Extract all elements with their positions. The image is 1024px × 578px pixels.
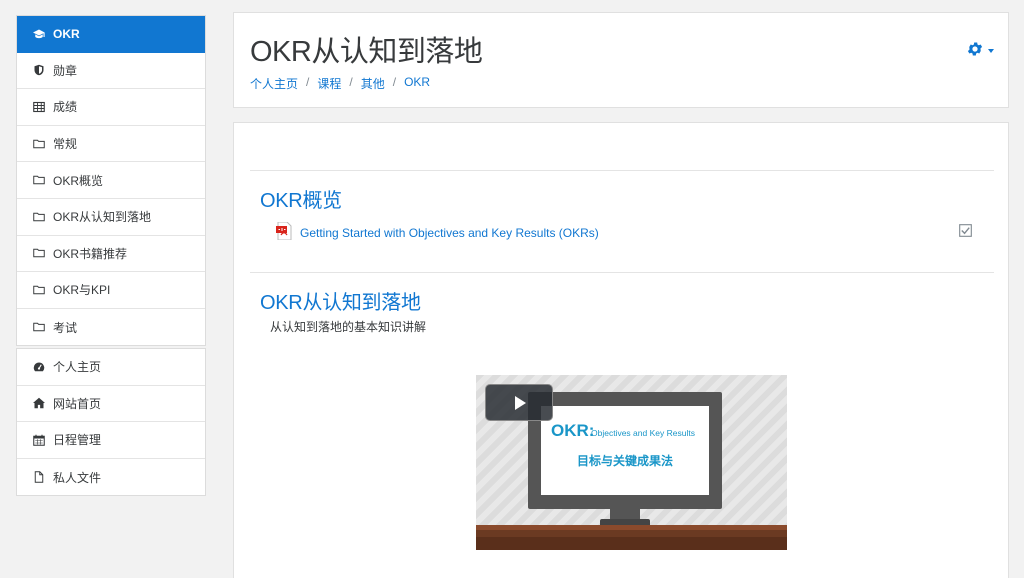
nav-item-label: 考试	[53, 320, 78, 335]
calendar-icon	[33, 434, 45, 446]
site-nav: 个人主页 网站首页 日程管理 私人文件	[16, 348, 206, 497]
breadcrumb-separator: /	[306, 75, 310, 89]
folder-icon	[33, 174, 45, 186]
video-player[interactable]: OKR: Objectives and Key Results 目标与关键成果法	[476, 375, 787, 550]
section-divider	[250, 170, 994, 171]
table-icon	[33, 101, 45, 113]
breadcrumb-courses[interactable]: 课程	[317, 75, 341, 92]
folder-icon	[33, 321, 45, 333]
breadcrumb-okr[interactable]: OKR	[404, 75, 430, 92]
desk	[476, 525, 787, 550]
nav-item-badges[interactable]: 勋章	[17, 53, 205, 90]
dashboard-icon	[33, 361, 45, 373]
nav-item-okr-cognition[interactable]: OKR从认知到落地	[17, 199, 205, 236]
folder-icon	[33, 284, 45, 296]
nav-item-label: 勋章	[53, 63, 78, 78]
nav-item-label: 个人主页	[53, 360, 102, 375]
activity-pdf-resource[interactable]: Getting Started with Objectives and Key …	[276, 221, 599, 243]
breadcrumb-other[interactable]: 其他	[361, 75, 385, 92]
nav-item-general[interactable]: 常规	[17, 126, 205, 163]
nav-item-label: 常规	[53, 137, 78, 152]
video-thumbnail-monitor: OKR: Objectives and Key Results 目标与关键成果法	[528, 392, 722, 509]
section-title-okr-overview[interactable]: OKR概览	[260, 184, 342, 213]
okr-subheading: Objectives and Key Results	[591, 428, 695, 438]
breadcrumb: 个人主页 / 课程 / 其他 / OKR	[250, 75, 430, 92]
course-nav: OKR 勋章 成绩 常规 OKR概览 OKR从认知到落地 OKR书籍推荐 OKR…	[16, 15, 206, 347]
sidebar: OKR 勋章 成绩 常规 OKR概览 OKR从认知到落地 OKR书籍推荐 OKR…	[0, 0, 222, 578]
breadcrumb-separator: /	[349, 75, 353, 89]
graduation-cap-icon	[33, 28, 45, 40]
folder-icon	[33, 247, 45, 259]
nav-item-label: 日程管理	[53, 433, 102, 448]
video-thumbnail-screen: OKR: Objectives and Key Results 目标与关键成果法	[541, 406, 709, 495]
nav-item-grades[interactable]: 成绩	[17, 89, 205, 126]
page-header: OKR从认知到落地 个人主页 / 课程 / 其他 / OKR	[233, 12, 1009, 108]
folder-icon	[33, 211, 45, 223]
page-title: OKR从认知到落地	[250, 36, 483, 68]
section-divider	[250, 272, 994, 273]
settings-menu-button[interactable]	[966, 40, 994, 61]
nav-item-label: OKR概览	[53, 173, 104, 188]
nav-item-okr[interactable]: OKR	[17, 16, 205, 53]
shield-icon	[33, 64, 45, 76]
play-button[interactable]	[485, 384, 553, 421]
nav-item-calendar[interactable]: 日程管理	[17, 422, 205, 459]
nav-item-label: OKR与KPI	[53, 283, 111, 298]
section-summary: 从认知到落地的基本知识讲解	[270, 320, 427, 334]
home-icon	[33, 397, 45, 409]
gear-icon	[966, 40, 984, 61]
nav-item-site-home[interactable]: 网站首页	[17, 386, 205, 423]
nav-item-dashboard[interactable]: 个人主页	[17, 349, 205, 386]
nav-item-label: OKR书籍推荐	[53, 246, 128, 261]
nav-item-exam[interactable]: 考试	[17, 309, 205, 346]
folder-icon	[33, 138, 45, 150]
file-icon	[33, 471, 45, 483]
nav-item-label: OKR从认知到落地	[53, 210, 152, 225]
completion-checkbox[interactable]	[959, 224, 972, 237]
nav-item-label: 成绩	[53, 100, 78, 115]
okr-chinese-title: 目标与关键成果法	[576, 454, 673, 468]
breadcrumb-separator: /	[392, 75, 397, 89]
nav-item-label: 私人文件	[53, 470, 102, 485]
activity-link[interactable]: Getting Started with Objectives and Key …	[300, 226, 599, 240]
nav-item-private-files[interactable]: 私人文件	[17, 459, 205, 496]
pdf-icon	[276, 221, 292, 243]
nav-item-okr-overview[interactable]: OKR概览	[17, 162, 205, 199]
play-icon	[515, 395, 526, 410]
okr-heading: OKR:	[551, 421, 595, 440]
nav-item-okr-kpi[interactable]: OKR与KPI	[17, 272, 205, 309]
course-content: OKR概览 Getting Started with Objectives an…	[233, 122, 1009, 578]
nav-item-okr-books[interactable]: OKR书籍推荐	[17, 236, 205, 273]
chevron-down-icon	[988, 48, 994, 53]
nav-item-label: OKR	[53, 27, 80, 42]
breadcrumb-dashboard[interactable]: 个人主页	[250, 75, 298, 92]
nav-item-label: 网站首页	[53, 396, 102, 411]
section-title-okr-cognition[interactable]: OKR从认知到落地	[260, 286, 421, 315]
